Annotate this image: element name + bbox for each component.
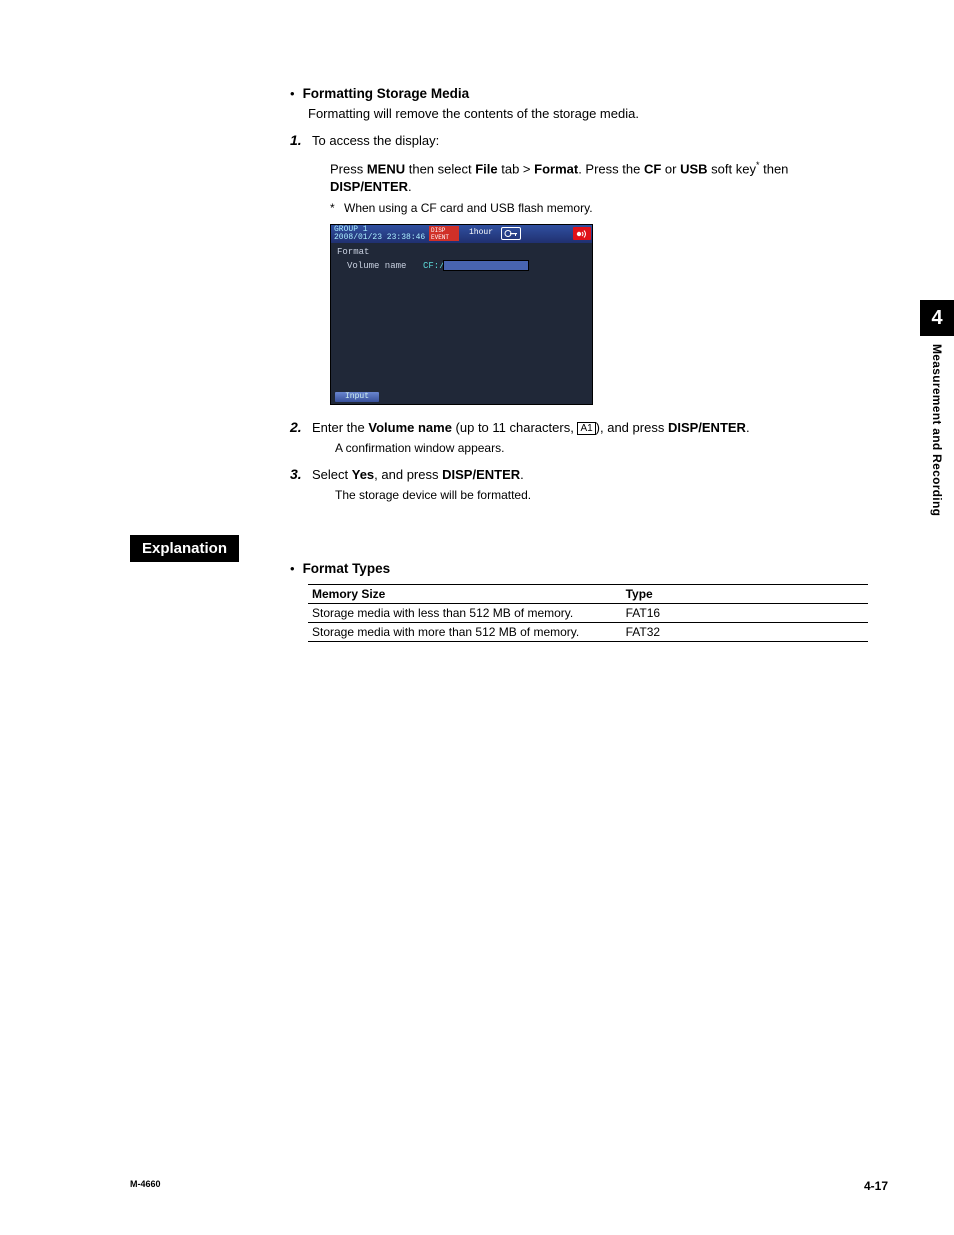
chapter-number: 4: [931, 307, 942, 330]
screenshot-group-label: GROUP 1 2008/01/23 23:38:46: [334, 226, 425, 242]
cell-type: FAT32: [622, 623, 868, 642]
explanation-label: Explanation: [130, 535, 239, 562]
device-screenshot: GROUP 1 2008/01/23 23:38:46 DISPEVENT 1h…: [330, 224, 593, 405]
key-lock-icon: [501, 227, 521, 240]
content-area: • Formatting Storage Media Formatting wi…: [130, 85, 870, 503]
chapter-title-wrap: Measurement and Recording: [920, 336, 954, 556]
footer-page-number: 4-17: [864, 1179, 888, 1193]
section-title: Formatting Storage Media: [303, 85, 470, 103]
cell-memory: Storage media with more than 512 MB of m…: [308, 623, 622, 642]
step-2-confirm: A confirmation window appears.: [335, 440, 870, 456]
step-2-text: Enter the Volume name (up to 11 characte…: [312, 419, 750, 437]
bullet-icon: •: [290, 560, 295, 578]
step-2: 2. Enter the Volume name (up to 11 chara…: [290, 419, 870, 437]
step-number: 2.: [290, 419, 312, 437]
step-1: 1. To access the display:: [290, 132, 870, 150]
page-footer: M-4660 4-17: [130, 1179, 888, 1193]
step-1-footnote: *When using a CF card and USB flash memo…: [330, 200, 870, 216]
bullet-icon: •: [290, 85, 295, 103]
step-3-text: Select Yes, and press DISP/ENTER.: [312, 466, 524, 484]
format-types-heading: • Format Types: [290, 560, 870, 578]
screenshot-body: Format Volume name CF:/: [331, 243, 592, 390]
screenshot-volname-label: Volume name: [347, 261, 406, 271]
step-text: To access the display:: [312, 132, 439, 150]
col-memory-size: Memory Size: [308, 585, 622, 604]
screenshot-hour: 1hour: [469, 228, 493, 237]
screenshot-disp-badge: DISPEVENT: [429, 226, 459, 241]
step-3-confirm: The storage device will be formatted.: [335, 487, 870, 503]
step-1-instruction: Press MENU then select File tab > Format…: [330, 156, 870, 196]
cell-memory: Storage media with less than 512 MB of m…: [308, 604, 622, 623]
chapter-tab: 4: [920, 300, 954, 336]
format-types-table: Memory Size Type Storage media with less…: [308, 584, 868, 642]
page: 4 Measurement and Recording • Formatting…: [0, 0, 954, 1235]
a1-icon: A1: [577, 422, 595, 435]
chapter-title: Measurement and Recording: [930, 344, 944, 516]
cell-type: FAT16: [622, 604, 868, 623]
section-description: Formatting will remove the contents of t…: [308, 105, 870, 122]
screenshot-cf-label: CF:/: [423, 261, 445, 271]
table-row: Storage media with less than 512 MB of m…: [308, 604, 868, 623]
explanation-block: • Format Types Memory Size Type Storage …: [290, 560, 870, 642]
section-heading-row: • Formatting Storage Media: [290, 85, 870, 103]
step-3: 3. Select Yes, and press DISP/ENTER.: [290, 466, 870, 484]
table-row: Storage media with more than 512 MB of m…: [308, 623, 868, 642]
step-number: 3.: [290, 466, 312, 484]
screenshot-format-label: Format: [337, 247, 369, 257]
screenshot-topbar: GROUP 1 2008/01/23 23:38:46 DISPEVENT 1h…: [331, 225, 593, 243]
table-header-row: Memory Size Type: [308, 585, 868, 604]
screenshot-input-button: Input: [335, 392, 379, 402]
sound-icon: [573, 227, 591, 240]
screenshot-input-field: [443, 260, 529, 271]
step-number: 1.: [290, 132, 312, 150]
col-type: Type: [622, 585, 868, 604]
footer-doc-id: M-4660: [130, 1179, 161, 1193]
format-types-title: Format Types: [303, 560, 391, 578]
